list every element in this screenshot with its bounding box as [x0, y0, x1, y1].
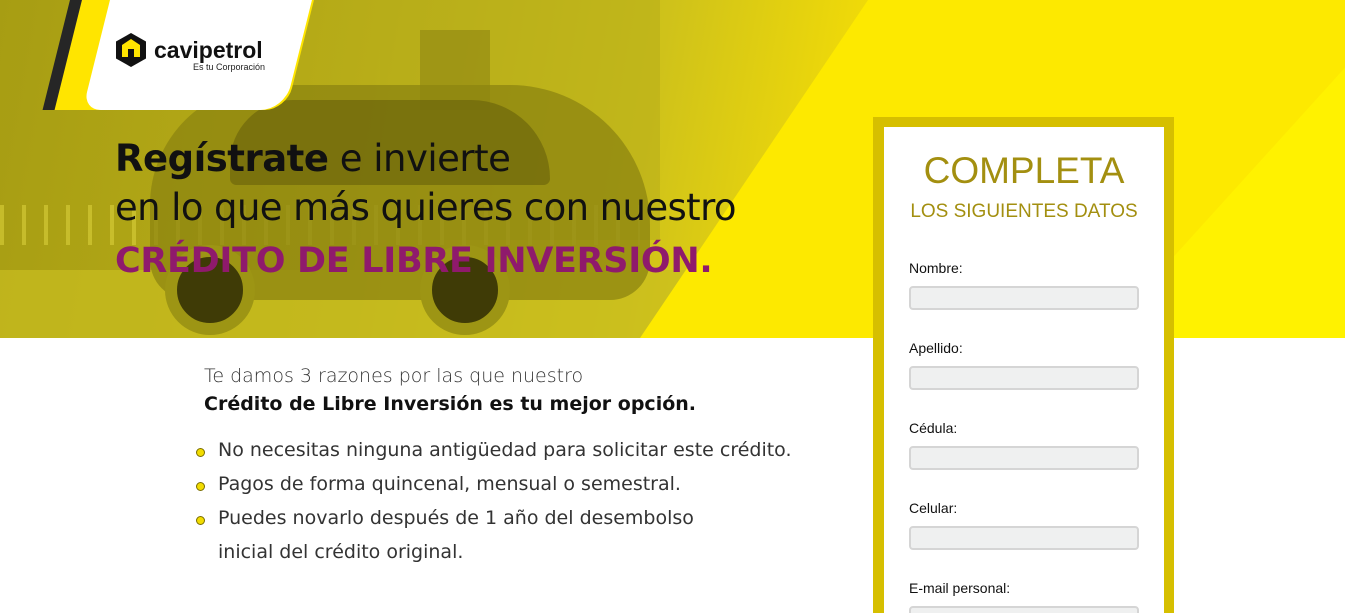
cedula-label: Cédula:: [909, 420, 958, 436]
headline-line1-rest: e invierte: [328, 137, 511, 180]
yellow-dot-icon: [196, 516, 205, 525]
apellido-label: Apellido:: [909, 340, 963, 356]
headline-line3: CRÉDITO DE LIBRE INVERSIÓN.: [115, 241, 713, 281]
list-item: No necesitas ninguna antigüedad para sol…: [196, 433, 792, 467]
hero-headline: Regístrate e invierte en lo que más quie…: [115, 136, 737, 288]
headline-line1: Regístrate e invierte: [115, 136, 736, 182]
yellow-dot-icon: [196, 482, 205, 491]
house-hexagon-icon: [116, 33, 146, 67]
celular-input[interactable]: [909, 526, 1139, 550]
brand-name: cavipetrol: [154, 36, 263, 63]
list-item-text: Puedes novarlo después de 1 año del dese…: [218, 507, 694, 529]
form-subtitle: LOS SIGUIENTES DATOS: [910, 201, 1138, 222]
apellido-input[interactable]: [909, 366, 1139, 390]
celular-label: Celular:: [909, 500, 958, 516]
reasons-list: No necesitas ninguna antigüedad para sol…: [196, 433, 792, 569]
headline-bold-word: Regístrate: [115, 137, 329, 180]
list-item-text: No necesitas ninguna antigüedad para sol…: [218, 439, 792, 461]
nombre-input[interactable]: [909, 286, 1139, 310]
reasons-intro: Te damos 3 razones por las que nuestro C…: [204, 362, 696, 418]
list-item-text: Pagos de forma quincenal, mensual o seme…: [218, 473, 681, 495]
nombre-label: Nombre:: [909, 260, 963, 276]
reasons-intro-text: Te damos 3 razones por las que nuestro: [204, 365, 584, 387]
list-item: Puedes novarlo después de 1 año del dese…: [196, 501, 792, 569]
email-input[interactable]: [909, 606, 1139, 613]
headline-line2: en lo que más quieres con nuestro: [115, 186, 737, 229]
reasons-intro-bold: Crédito de Libre Inversión es tu mejor o…: [204, 393, 697, 415]
list-item: Pagos de forma quincenal, mensual o seme…: [196, 467, 792, 501]
brand-tagline: Es tu Corporación: [193, 62, 266, 72]
list-item-text-cont: inicial del crédito original.: [218, 541, 464, 563]
yellow-dot-icon: [196, 448, 205, 457]
landing-page: cavipetrol Es tu Corporación Regístrate …: [0, 0, 1345, 613]
form-title: COMPLETA: [923, 150, 1125, 191]
cedula-input[interactable]: [909, 446, 1139, 470]
email-label: E-mail personal:: [909, 580, 1011, 596]
